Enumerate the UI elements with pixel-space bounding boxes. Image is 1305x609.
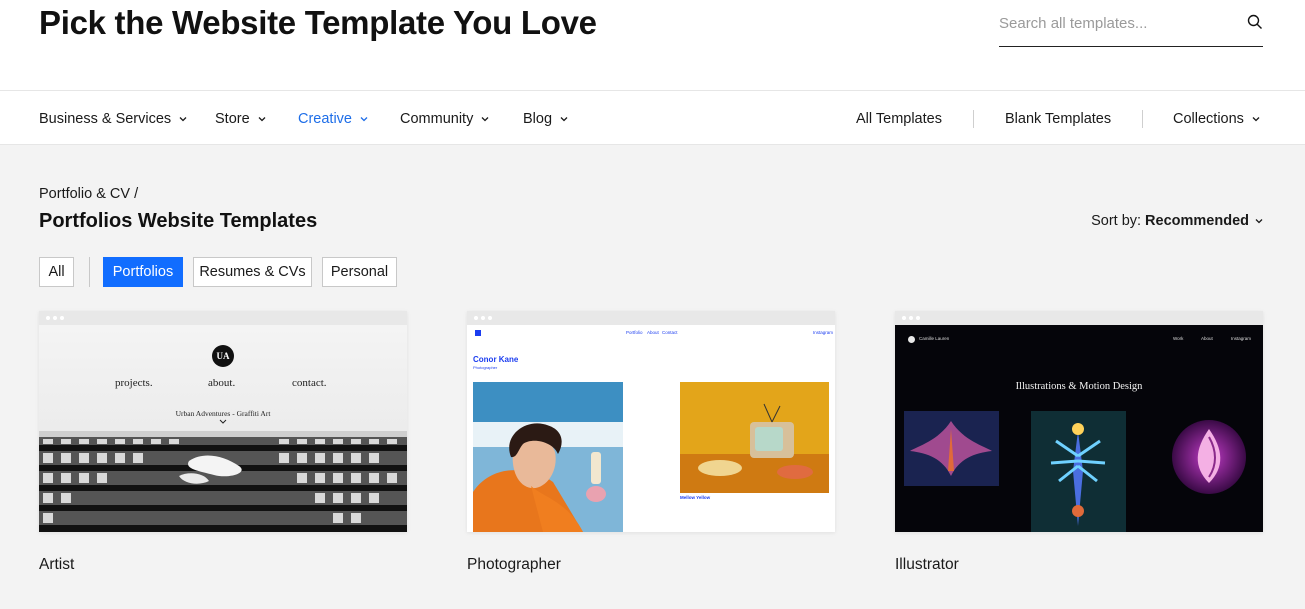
breadcrumb[interactable]: Portfolio & CV / <box>39 186 138 202</box>
nav-item-business-services[interactable]: Business & Services <box>39 91 188 146</box>
browser-bar <box>39 311 407 325</box>
template-thumbnail[interactable]: Portfolio About Contact Instagram Conor … <box>467 311 835 532</box>
template-card-artist[interactable]: UA projects. about. contact. Urban Adven… <box>39 311 407 573</box>
artist-preview: UA projects. about. contact. Urban Adven… <box>39 325 407 532</box>
browser-bar <box>895 311 1263 325</box>
sort-value: Recommended <box>1145 213 1249 229</box>
preview-nav-link: About <box>1201 336 1213 341</box>
nav-item-label: Community <box>400 110 474 127</box>
preview-headline: Illustrations & Motion Design <box>1015 381 1143 392</box>
building-photo <box>39 431 407 532</box>
template-thumbnail[interactable]: UA projects. about. contact. Urban Adven… <box>39 311 407 532</box>
filter-portfolios[interactable]: Portfolios <box>103 257 183 287</box>
nav-item-label: Creative <box>298 110 352 127</box>
nav-item-label: Store <box>215 110 250 127</box>
chevron-down-icon <box>481 116 489 121</box>
preview-name: Camille Lauren <box>919 336 950 341</box>
illustration-manta <box>904 411 999 486</box>
logo-mark <box>908 336 915 343</box>
preview-nav-link: Portfolio <box>626 330 643 335</box>
filter-all[interactable]: All <box>39 257 74 287</box>
nav-item-label: Business & Services <box>39 110 172 127</box>
preview-nav-link: Work <box>1173 336 1184 341</box>
chevron-down-icon <box>1252 116 1260 121</box>
nav-item-community[interactable]: Community <box>400 91 490 146</box>
category-nav: Business & Services Store Creative Commu… <box>0 90 1305 145</box>
illustrator-preview: Camille Lauren Work About Instagram Illu… <box>895 325 1263 532</box>
template-name[interactable]: Photographer <box>467 556 561 574</box>
nav-item-label: Collections <box>1173 110 1244 127</box>
page-title: Pick the Website Template You Love <box>39 4 597 41</box>
still-life-photo <box>680 382 829 493</box>
template-card-photographer[interactable]: Portfolio About Contact Instagram Conor … <box>467 311 835 573</box>
preview-nav-link: Instagram <box>1231 336 1252 341</box>
preview-nav-link: Contact <box>662 330 678 335</box>
filter-resumes-cvs[interactable]: Resumes & CVs <box>193 257 312 287</box>
photo-caption: Mellow Yellow <box>680 495 711 500</box>
chevron-down-icon <box>258 116 266 121</box>
nav-all-templates[interactable]: All Templates <box>856 91 942 146</box>
nav-item-store[interactable]: Store <box>215 91 267 146</box>
preview-social-link: Instagram <box>813 330 834 335</box>
chevron-down-icon <box>360 116 368 121</box>
search-icon[interactable] <box>1247 14 1263 30</box>
section-title: Portfolios Website Templates <box>39 210 318 232</box>
ua-logo: UA <box>212 345 234 367</box>
template-thumbnail[interactable]: Camille Lauren Work About Instagram Illu… <box>895 311 1263 532</box>
illustration-creature <box>1031 411 1126 532</box>
preview-menu-item: contact. <box>292 377 327 389</box>
preview-menu-item: projects. <box>115 377 153 389</box>
template-name[interactable]: Artist <box>39 556 74 574</box>
nav-divider <box>1142 110 1143 128</box>
search-box[interactable] <box>999 8 1263 47</box>
chevron-down-icon <box>219 419 227 424</box>
header: Pick the Website Template You Love <box>0 0 1305 90</box>
nav-collections[interactable]: Collections <box>1173 91 1261 146</box>
illustration-shell <box>1172 420 1246 494</box>
portrait-photo <box>473 382 623 532</box>
nav-item-label: All Templates <box>856 110 942 127</box>
chevron-down-icon <box>1255 219 1263 224</box>
preview-name: Conor Kane <box>473 355 519 364</box>
preview-menu-item: about. <box>208 377 236 389</box>
sort-dropdown[interactable]: Sort by: Recommended <box>1091 213 1264 229</box>
filter-personal[interactable]: Personal <box>322 257 397 287</box>
search-input[interactable] <box>999 8 1239 38</box>
nav-divider <box>973 110 974 128</box>
logo-mark <box>475 330 481 336</box>
sort-label: Sort by: <box>1091 213 1142 229</box>
chevron-down-icon <box>560 116 568 121</box>
browser-bar <box>467 311 835 325</box>
template-name[interactable]: Illustrator <box>895 556 959 574</box>
photographer-preview: Portfolio About Contact Instagram Conor … <box>467 325 835 532</box>
preview-nav-link: About <box>647 330 659 335</box>
nav-item-label: Blog <box>523 110 553 127</box>
nav-item-blog[interactable]: Blog <box>523 91 569 146</box>
template-card-illustrator[interactable]: Camille Lauren Work About Instagram Illu… <box>895 311 1263 573</box>
chevron-down-icon <box>179 116 187 121</box>
filter-divider <box>89 257 90 287</box>
nav-item-label: Blank Templates <box>1005 110 1112 127</box>
nav-item-creative[interactable]: Creative <box>298 91 369 146</box>
preview-tagline: Urban Adventures - Graffiti Art <box>175 409 271 418</box>
nav-blank-templates[interactable]: Blank Templates <box>1005 91 1111 146</box>
preview-role: Photographer <box>473 365 498 370</box>
